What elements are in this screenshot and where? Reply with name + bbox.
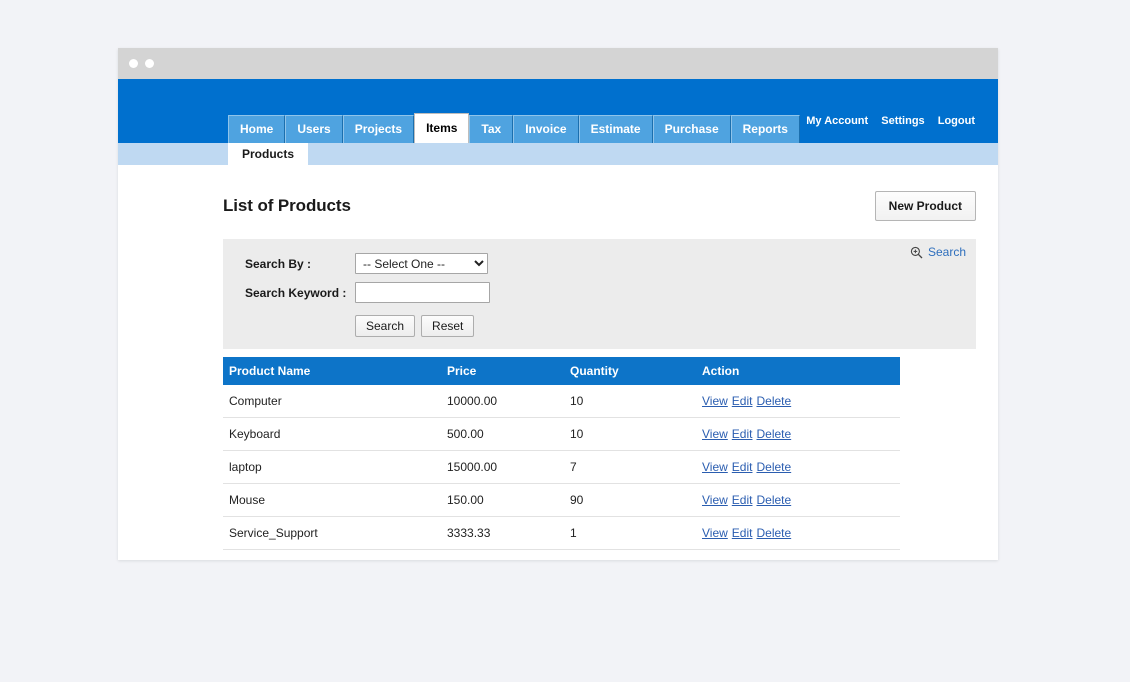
search-toggle[interactable]: Search — [910, 245, 966, 259]
column-quantity: Quantity — [564, 357, 696, 385]
cell-quantity: 10 — [564, 385, 696, 418]
cell-product-name: Computer — [223, 385, 441, 418]
tab-tax[interactable]: Tax — [469, 115, 513, 143]
window-dot-2[interactable] — [145, 59, 154, 68]
search-keyword-input[interactable] — [355, 282, 490, 303]
tab-reports[interactable]: Reports — [731, 115, 800, 143]
tab-purchase[interactable]: Purchase — [653, 115, 731, 143]
view-link[interactable]: View — [702, 394, 728, 408]
search-toggle-label: Search — [928, 245, 966, 259]
tab-items[interactable]: Items — [414, 113, 469, 143]
delete-link[interactable]: Delete — [756, 526, 791, 540]
search-panel: Search Search By : -- Select One -- Sear… — [223, 239, 976, 349]
page-content: List of Products New Product Search — [118, 165, 998, 560]
delete-link[interactable]: Delete — [756, 427, 791, 441]
products-table-body: Computer 10000.00 10 ViewEditDelete Keyb… — [223, 385, 900, 560]
cell-quantity: 10 — [564, 418, 696, 451]
search-by-row: Search By : -- Select One -- — [233, 253, 962, 274]
new-product-button[interactable]: New Product — [875, 191, 976, 221]
window-dot-1[interactable] — [129, 59, 138, 68]
settings-link[interactable]: Settings — [881, 115, 924, 127]
cell-product-name: Service_Support — [223, 517, 441, 550]
edit-link[interactable]: Edit — [732, 427, 753, 441]
edit-link[interactable]: Edit — [732, 526, 753, 540]
view-link[interactable]: View — [702, 427, 728, 441]
delete-link[interactable]: Delete — [756, 460, 791, 474]
search-submit-button[interactable]: Search — [355, 315, 415, 337]
edit-link[interactable]: Edit — [732, 493, 753, 507]
cell-price: 150.00 — [441, 484, 564, 517]
tab-estimate[interactable]: Estimate — [579, 115, 653, 143]
cell-actions: View EditDelete — [696, 385, 900, 418]
cell-quantity: 7 — [564, 451, 696, 484]
window-titlebar — [118, 48, 998, 79]
edit-link[interactable]: Edit — [732, 460, 753, 474]
table-row: laptop 15000.00 7 View EditDelete — [223, 451, 900, 484]
cell-quantity: 1 — [564, 517, 696, 550]
table-row: Keyboard 500.00 10 View EditDelete — [223, 418, 900, 451]
logout-link[interactable]: Logout — [938, 115, 975, 127]
cell-price: 15000.00 — [441, 451, 564, 484]
delete-link[interactable]: Delete — [756, 559, 791, 560]
cell-price: 10000.00 — [441, 385, 564, 418]
search-keyword-row: Search Keyword : — [233, 282, 962, 303]
tab-users[interactable]: Users — [285, 115, 342, 143]
column-price: Price — [441, 357, 564, 385]
subtab-products[interactable]: Products — [228, 143, 308, 165]
search-keyword-label: Search Keyword : — [233, 286, 355, 300]
table-row: Mouse 150.00 90 View EditDelete — [223, 484, 900, 517]
products-table-head: Product Name Price Quantity Action — [223, 357, 900, 385]
cell-price: 1500.00 — [441, 550, 564, 561]
cell-price: 500.00 — [441, 418, 564, 451]
delete-link[interactable]: Delete — [756, 493, 791, 507]
search-form-actions: Search Reset — [233, 315, 962, 337]
table-row: Service_Support 3333.33 1 View EditDelete — [223, 517, 900, 550]
cell-quantity: 90 — [564, 484, 696, 517]
my-account-link[interactable]: My Account — [806, 115, 868, 127]
tab-home[interactable]: Home — [228, 115, 285, 143]
page-title-row: List of Products New Product — [223, 191, 976, 221]
view-link[interactable]: View — [702, 493, 728, 507]
browser-window: My Account Settings Logout Home Users Pr… — [118, 48, 998, 560]
tab-invoice[interactable]: Invoice — [513, 115, 578, 143]
edit-link[interactable]: Edit — [732, 394, 753, 408]
account-links: My Account Settings Logout — [796, 115, 975, 127]
table-row: Computer 10000.00 10 View EditDelete — [223, 385, 900, 418]
tab-projects[interactable]: Projects — [343, 115, 414, 143]
page-title: List of Products — [223, 196, 351, 216]
cell-product-name: Keyboard — [223, 418, 441, 451]
column-action: Action — [696, 357, 900, 385]
main-nav-tabs: Home Users Projects Items Tax Invoice Es… — [228, 113, 800, 143]
view-link[interactable]: View — [702, 460, 728, 474]
cell-actions: View EditDelete — [696, 550, 900, 561]
edit-link[interactable]: Edit — [732, 559, 753, 560]
products-table: Product Name Price Quantity Action Compu… — [223, 357, 900, 560]
search-by-label: Search By : — [233, 257, 355, 271]
reset-button[interactable]: Reset — [421, 315, 474, 337]
cell-product-name: laptop — [223, 451, 441, 484]
table-header-row: Product Name Price Quantity Action — [223, 357, 900, 385]
delete-link[interactable]: Delete — [756, 394, 791, 408]
cell-actions: View EditDelete — [696, 451, 900, 484]
table-row: Website_Hosting 1500.00 1 View EditDelete — [223, 550, 900, 561]
view-link[interactable]: View — [702, 526, 728, 540]
cell-quantity: 1 — [564, 550, 696, 561]
view-link[interactable]: View — [702, 559, 728, 560]
app-header: My Account Settings Logout Home Users Pr… — [118, 79, 998, 143]
cell-actions: View EditDelete — [696, 484, 900, 517]
cell-product-name: Website_Hosting — [223, 550, 441, 561]
column-product-name: Product Name — [223, 357, 441, 385]
zoom-in-magnifier-icon — [910, 246, 923, 259]
cell-price: 3333.33 — [441, 517, 564, 550]
cell-actions: View EditDelete — [696, 517, 900, 550]
cell-product-name: Mouse — [223, 484, 441, 517]
search-by-select[interactable]: -- Select One -- — [355, 253, 488, 274]
sub-nav: Products — [118, 143, 998, 165]
cell-actions: View EditDelete — [696, 418, 900, 451]
